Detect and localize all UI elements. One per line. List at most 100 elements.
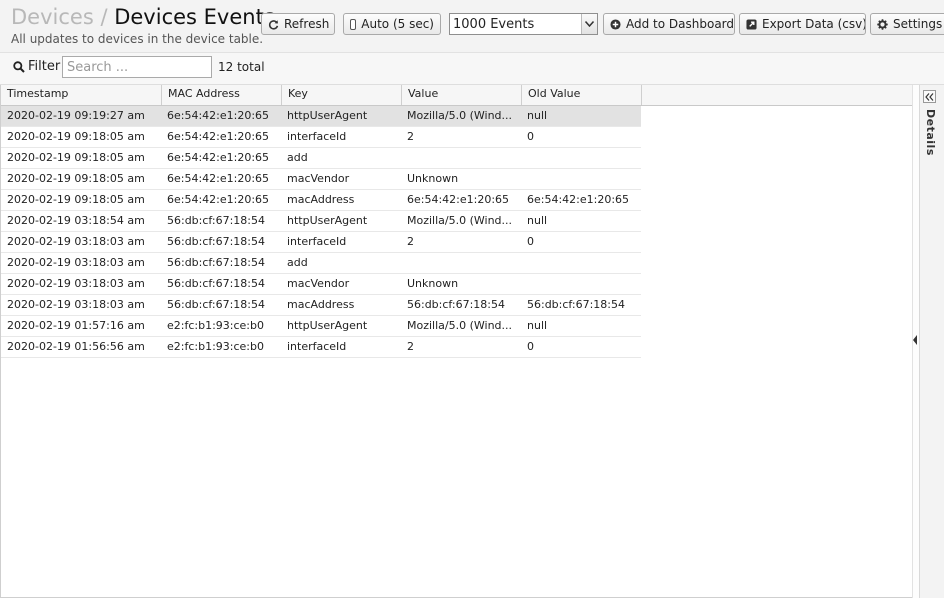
search-input[interactable] bbox=[62, 56, 212, 78]
events-table: Timestamp MAC Address Key Value Old Valu… bbox=[0, 85, 912, 598]
cell-key: interfaceId bbox=[287, 130, 347, 143]
cell-timestamp: 2020-02-19 09:18:05 am bbox=[7, 193, 145, 206]
table-row[interactable]: 2020-02-19 01:57:16 am e2:fc:b1:93:ce:b0 h… bbox=[1, 316, 641, 337]
events-count-select[interactable]: 1000 Events bbox=[449, 13, 598, 35]
breadcrumb-separator: / bbox=[100, 5, 108, 29]
cell-timestamp: 2020-02-19 09:18:05 am bbox=[7, 151, 145, 164]
cell-old-value: null bbox=[527, 109, 548, 122]
cell-key: httpUserAgent bbox=[287, 109, 368, 122]
cell-old-value bbox=[521, 148, 641, 168]
refresh-label: Refresh bbox=[284, 17, 330, 31]
cell-timestamp: 2020-02-19 03:18:03 am bbox=[7, 298, 145, 311]
cell-old-value: 56:db:cf:67:18:54 bbox=[527, 298, 626, 311]
cell-timestamp: 2020-02-19 09:19:27 am bbox=[7, 109, 145, 122]
refresh-icon bbox=[268, 19, 279, 30]
table-row[interactable]: 2020-02-19 03:18:03 am 56:db:cf:67:18:54 m… bbox=[1, 274, 641, 295]
cell-key: interfaceId bbox=[287, 340, 347, 353]
cell-value bbox=[401, 148, 521, 168]
column-header-timestamp[interactable]: Timestamp bbox=[1, 85, 162, 105]
cell-old-value: 0 bbox=[527, 130, 534, 143]
cell-old-value: null bbox=[527, 319, 548, 332]
gear-icon bbox=[877, 18, 888, 30]
cell-old-value: null bbox=[527, 214, 548, 227]
cell-value: Mozilla/5.0 (Wind... bbox=[407, 319, 513, 332]
breadcrumb-current: Devices Events bbox=[114, 5, 275, 29]
add-to-dashboard-button[interactable]: Add to Dashboard bbox=[603, 13, 735, 35]
column-header-value[interactable]: Value bbox=[402, 85, 522, 105]
cell-value: 6e:54:42:e1:20:65 bbox=[407, 193, 510, 206]
add-to-dashboard-label: Add to Dashboard bbox=[626, 17, 735, 31]
cell-timestamp: 2020-02-19 03:18:03 am bbox=[7, 256, 145, 269]
export-csv-button[interactable]: Export Data (csv) bbox=[739, 13, 866, 35]
double-chevron-left-icon[interactable] bbox=[923, 90, 936, 103]
cell-old-value bbox=[521, 253, 641, 273]
auto-refresh-label: Auto (5 sec) bbox=[361, 17, 434, 31]
details-panel-label[interactable]: Details bbox=[924, 109, 937, 156]
cell-value: 2 bbox=[407, 235, 414, 248]
cell-key: macVendor bbox=[287, 277, 350, 290]
total-count: 12 total bbox=[218, 60, 265, 74]
table-row[interactable]: 2020-02-19 09:18:05 am 6e:54:42:e1:20:65 a… bbox=[1, 148, 641, 169]
table-row[interactable]: 2020-02-19 03:18:03 am 56:db:cf:67:18:54 a… bbox=[1, 253, 641, 274]
table-header: Timestamp MAC Address Key Value Old Valu… bbox=[1, 85, 912, 106]
cell-timestamp: 2020-02-19 03:18:03 am bbox=[7, 235, 145, 248]
filter-label-group: Filter bbox=[13, 59, 60, 74]
cell-mac-address: 56:db:cf:67:18:54 bbox=[167, 298, 266, 311]
cell-timestamp: 2020-02-19 01:56:56 am bbox=[7, 340, 145, 353]
cell-mac-address: 56:db:cf:67:18:54 bbox=[167, 256, 266, 269]
breadcrumb-devices[interactable]: Devices bbox=[11, 5, 94, 29]
cell-mac-address: 6e:54:42:e1:20:65 bbox=[167, 172, 270, 185]
cell-timestamp: 2020-02-19 03:18:03 am bbox=[7, 277, 145, 290]
search-icon bbox=[13, 60, 25, 73]
cell-mac-address: 6e:54:42:e1:20:65 bbox=[167, 130, 270, 143]
table-row[interactable]: 2020-02-19 03:18:03 am 56:db:cf:67:18:54 i… bbox=[1, 232, 641, 253]
auto-refresh-checkbox[interactable] bbox=[350, 18, 357, 30]
column-header-mac-address[interactable]: MAC Address bbox=[162, 85, 282, 105]
table-row[interactable]: 2020-02-19 01:56:56 am e2:fc:b1:93:ce:b0 i… bbox=[1, 337, 641, 358]
cell-timestamp: 2020-02-19 01:57:16 am bbox=[7, 319, 145, 332]
table-body: 2020-02-19 09:19:27 am 6e:54:42:e1:20:65 h… bbox=[1, 106, 641, 358]
cell-mac-address: 56:db:cf:67:18:54 bbox=[167, 277, 266, 290]
events-count-value: 1000 Events bbox=[453, 16, 535, 32]
table-row[interactable]: 2020-02-19 03:18:54 am 56:db:cf:67:18:54 h… bbox=[1, 211, 641, 232]
cell-mac-address: 6e:54:42:e1:20:65 bbox=[167, 109, 270, 122]
cell-old-value bbox=[521, 274, 641, 294]
table-row[interactable]: 2020-02-19 03:18:03 am 56:db:cf:67:18:54 m… bbox=[1, 295, 641, 316]
auto-refresh-toggle[interactable]: Auto (5 sec) bbox=[343, 13, 441, 35]
chevron-down-icon bbox=[581, 14, 597, 34]
filter-label: Filter bbox=[28, 59, 61, 74]
export-csv-label: Export Data (csv) bbox=[762, 17, 866, 31]
cell-value: Unknown bbox=[407, 172, 459, 185]
cell-timestamp: 2020-02-19 09:18:05 am bbox=[7, 130, 145, 143]
filter-bar: Filter 12 total bbox=[0, 53, 944, 85]
cell-value: 56:db:cf:67:18:54 bbox=[407, 298, 506, 311]
cell-key: add bbox=[287, 256, 308, 269]
cell-value: 2 bbox=[407, 340, 414, 353]
page-subtitle: All updates to devices in the device tab… bbox=[11, 32, 264, 46]
cell-old-value bbox=[521, 169, 641, 189]
splitter-collapse-icon[interactable] bbox=[913, 335, 917, 345]
cell-mac-address: 6e:54:42:e1:20:65 bbox=[167, 151, 270, 164]
cell-old-value: 6e:54:42:e1:20:65 bbox=[527, 193, 630, 206]
cell-key: macAddress bbox=[287, 193, 355, 206]
cell-value bbox=[401, 253, 521, 273]
cell-value: Mozilla/5.0 (Wind... bbox=[407, 109, 513, 122]
cell-key: add bbox=[287, 151, 308, 164]
column-header-key[interactable]: Key bbox=[282, 85, 402, 105]
details-panel: Details bbox=[919, 85, 944, 598]
settings-button[interactable]: Settings bbox=[870, 13, 944, 35]
cell-timestamp: 2020-02-19 03:18:54 am bbox=[7, 214, 145, 227]
cell-key: httpUserAgent bbox=[287, 214, 368, 227]
table-row[interactable]: 2020-02-19 09:18:05 am 6e:54:42:e1:20:65 m… bbox=[1, 190, 641, 211]
table-row[interactable]: 2020-02-19 09:18:05 am 6e:54:42:e1:20:65 i… bbox=[1, 127, 641, 148]
table-row[interactable]: 2020-02-19 09:18:05 am 6e:54:42:e1:20:65 m… bbox=[1, 169, 641, 190]
table-row[interactable]: 2020-02-19 09:19:27 am 6e:54:42:e1:20:65 h… bbox=[1, 106, 641, 127]
cell-value: Mozilla/5.0 (Wind... bbox=[407, 214, 513, 227]
cell-key: macAddress bbox=[287, 298, 355, 311]
cell-mac-address: e2:fc:b1:93:ce:b0 bbox=[167, 319, 264, 332]
panel-splitter[interactable] bbox=[912, 85, 919, 598]
refresh-button[interactable]: Refresh bbox=[261, 13, 335, 35]
cell-value: 2 bbox=[407, 130, 414, 143]
cell-mac-address: 6e:54:42:e1:20:65 bbox=[167, 193, 270, 206]
column-header-old-value[interactable]: Old Value bbox=[522, 85, 642, 105]
